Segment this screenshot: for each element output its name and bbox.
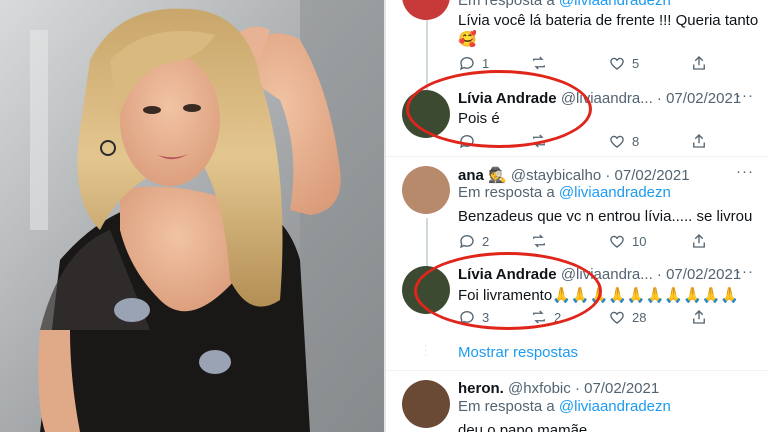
tweet-header: heron. @hxfobic · 07/02/2021	[458, 380, 660, 397]
heart-icon	[610, 135, 624, 148]
reply-context: Em resposta a @liviaandradezn	[458, 184, 671, 201]
reply-button[interactable]: 2	[458, 232, 489, 250]
tweet-text-content: Lívia você lá bateria de frente !!! Quer…	[458, 12, 759, 29]
share-icon	[693, 134, 705, 148]
tweet-text: Benzadeus que vc n entrou lívia..... se …	[458, 208, 753, 225]
avatar[interactable]	[402, 166, 450, 214]
like-count: 28	[632, 309, 647, 325]
like-count: 8	[632, 133, 640, 149]
reply-count: 2	[482, 233, 490, 249]
share-button[interactable]	[690, 132, 708, 150]
divider	[386, 156, 768, 157]
tweet-date[interactable]: 07/02/2021	[615, 167, 690, 184]
user-handle[interactable]: @staybicalho	[511, 167, 601, 184]
display-name[interactable]: heron.	[458, 380, 504, 397]
reply-count: 1	[482, 55, 490, 71]
like-count: 10	[632, 233, 647, 249]
share-button[interactable]	[690, 54, 708, 72]
photo-panel	[0, 0, 384, 432]
user-handle[interactable]: @hxfobic	[508, 380, 571, 397]
reply-icon	[459, 57, 474, 71]
retweet-button[interactable]	[530, 54, 554, 72]
reply-icon	[459, 235, 474, 249]
reply-prefix: Em resposta a	[458, 184, 555, 201]
mention-link[interactable]: @liviaandradezn	[559, 0, 671, 9]
more-icon[interactable]: ···	[736, 263, 754, 280]
retweet-icon	[533, 234, 545, 248]
reply-prefix: Em resposta a	[458, 0, 555, 9]
highlight-circle	[406, 70, 592, 148]
more-icon[interactable]: ···	[736, 163, 754, 180]
more-icon[interactable]: ···	[736, 87, 754, 104]
avatar[interactable]	[402, 380, 450, 428]
tweet-text: deu o papo mamãe	[458, 422, 588, 432]
tweet-thread: Em resposta a @liviaandradezn Lívia você…	[384, 0, 768, 432]
tweet-date[interactable]: 07/02/2021	[584, 380, 659, 397]
reply-button[interactable]: 1	[458, 54, 489, 72]
share-button[interactable]	[690, 308, 708, 326]
retweet-button[interactable]	[530, 232, 548, 250]
tweet-actions: 2 10	[458, 232, 718, 252]
share-icon	[693, 310, 705, 324]
thread-line	[426, 20, 428, 90]
divider	[386, 370, 768, 371]
reply-prefix: Em resposta a	[458, 398, 555, 415]
avatar[interactable]	[402, 0, 450, 20]
woman-photo	[0, 0, 384, 432]
mention-link[interactable]: @liviaandradezn	[559, 398, 671, 415]
tweet-header: ana 🕵️ @staybicalho · 07/02/2021 ···	[458, 163, 754, 184]
show-replies-link[interactable]: Mostrar respostas	[458, 344, 578, 361]
share-icon	[693, 234, 705, 248]
heart-icon	[610, 311, 624, 324]
like-button[interactable]: 8	[608, 132, 639, 150]
mention-link[interactable]: @liviaandradezn	[559, 184, 671, 201]
reply-context: Em resposta a @liviaandradezn	[458, 0, 671, 9]
tweet-date[interactable]: 07/02/2021	[666, 90, 741, 107]
like-count: 5	[632, 55, 640, 71]
heart-icon	[610, 235, 624, 248]
thread-dots: · · ·	[424, 340, 428, 361]
retweet-icon	[533, 56, 545, 70]
like-button[interactable]: 5	[608, 54, 639, 72]
share-button[interactable]	[690, 232, 708, 250]
tweet-date[interactable]: 07/02/2021	[666, 266, 741, 283]
tweet-text: Lívia você lá bateria de frente !!! Quer…	[458, 12, 758, 29]
like-button[interactable]: 10	[608, 232, 646, 250]
share-icon	[693, 56, 705, 70]
display-name[interactable]: ana	[458, 167, 484, 184]
name-emoji: 🕵️	[488, 167, 507, 184]
thread-line	[426, 218, 428, 268]
highlight-circle	[414, 252, 602, 330]
tweet-emoji: 🥰	[458, 31, 477, 48]
heart-icon	[610, 57, 624, 70]
reply-context: Em resposta a @liviaandradezn	[458, 398, 671, 415]
like-button[interactable]: 28	[608, 308, 646, 326]
